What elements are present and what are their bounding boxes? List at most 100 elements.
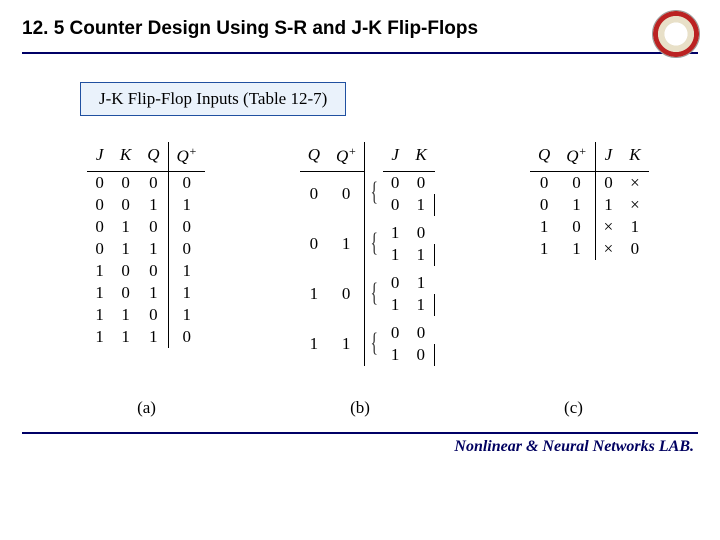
cell: 0 bbox=[168, 216, 205, 238]
brace-icon: { bbox=[365, 272, 383, 316]
thc-J: J bbox=[595, 142, 621, 171]
page-header: 12. 5 Counter Design Using S-R and J-K F… bbox=[0, 0, 720, 46]
cell: 0 bbox=[139, 260, 168, 282]
cell: 1 bbox=[87, 326, 112, 348]
cell: 1 bbox=[168, 304, 205, 326]
cell: 0 bbox=[300, 171, 328, 216]
table-row: 0011 bbox=[87, 194, 205, 216]
table-row: 00{00 bbox=[300, 171, 435, 194]
table-row: 0000 bbox=[87, 171, 205, 194]
cell: 1 bbox=[621, 216, 648, 238]
cell: 1 bbox=[595, 194, 621, 216]
cell: 1 bbox=[112, 238, 139, 260]
cell: 1 bbox=[328, 322, 365, 366]
cell: 1 bbox=[168, 282, 205, 304]
cell: 1 bbox=[168, 260, 205, 282]
cell: 0 bbox=[139, 304, 168, 326]
cell: 0 bbox=[407, 322, 434, 344]
title-divider bbox=[22, 52, 698, 54]
cell: 0 bbox=[383, 322, 408, 344]
cell: 0 bbox=[168, 326, 205, 348]
cell: 1 bbox=[139, 282, 168, 304]
cell: 0 bbox=[112, 171, 139, 194]
cell: 1 bbox=[558, 238, 595, 260]
cell: 1 bbox=[407, 194, 434, 216]
cell: × bbox=[621, 171, 648, 194]
table-row: 000× bbox=[530, 171, 649, 194]
cell: 1 bbox=[139, 194, 168, 216]
cell: 1 bbox=[383, 294, 408, 316]
cell: 1 bbox=[383, 222, 408, 244]
cell: 0 bbox=[139, 171, 168, 194]
cell: 0 bbox=[168, 238, 205, 260]
cell: 0 bbox=[558, 171, 595, 194]
table-row: 1001 bbox=[87, 260, 205, 282]
cell: 0 bbox=[328, 171, 365, 216]
cell: 0 bbox=[112, 260, 139, 282]
cell: 1 bbox=[407, 244, 434, 266]
cell: 0 bbox=[595, 171, 621, 194]
cell: 0 bbox=[328, 272, 365, 316]
tables-area: J K Q Q+ 0000001101000110100110111101111… bbox=[40, 142, 696, 366]
cell: 1 bbox=[407, 294, 434, 316]
tha-Qp: Q+ bbox=[168, 142, 205, 171]
cell: 0 bbox=[383, 171, 408, 194]
brace-icon: { bbox=[365, 322, 383, 366]
cell: 1 bbox=[300, 322, 328, 366]
table-row: 11{00 bbox=[300, 322, 435, 344]
table-labels: (a) (b) (c) bbox=[40, 398, 680, 418]
cell: 1 bbox=[112, 326, 139, 348]
cell: 1 bbox=[558, 194, 595, 216]
cell: 0 bbox=[139, 216, 168, 238]
table-a: J K Q Q+ 0000001101000110100110111101111… bbox=[87, 142, 205, 348]
thb-J: J bbox=[383, 142, 408, 171]
cell: 1 bbox=[328, 222, 365, 266]
brace-icon: { bbox=[365, 171, 383, 216]
cell: 1 bbox=[530, 216, 558, 238]
cell: 0 bbox=[621, 238, 648, 260]
subtitle-box: J-K Flip-Flop Inputs (Table 12-7) bbox=[80, 82, 346, 116]
cell: 0 bbox=[300, 222, 328, 266]
thc-Q: Q bbox=[530, 142, 558, 171]
table-row: 1110 bbox=[87, 326, 205, 348]
cell: 1 bbox=[112, 304, 139, 326]
footer-text: Nonlinear & Neural Networks LAB. bbox=[0, 438, 694, 456]
page-title: 12. 5 Counter Design Using S-R and J-K F… bbox=[22, 18, 720, 40]
table-row: 11×0 bbox=[530, 238, 649, 260]
cell: × bbox=[621, 194, 648, 216]
tha-K: K bbox=[112, 142, 139, 171]
table-b-wrap: Q Q+ J K 00{000101{101110{011111{0010 bbox=[300, 142, 436, 366]
tha-J: J bbox=[87, 142, 112, 171]
cell: 0 bbox=[530, 171, 558, 194]
cell: 0 bbox=[407, 344, 434, 366]
cell: 0 bbox=[112, 282, 139, 304]
table-row: 0110 bbox=[87, 238, 205, 260]
thc-K: K bbox=[621, 142, 648, 171]
cell: 1 bbox=[168, 194, 205, 216]
thb-K: K bbox=[407, 142, 434, 171]
table-row: 01{10 bbox=[300, 222, 435, 244]
brace-icon: { bbox=[365, 222, 383, 266]
cell: 0 bbox=[530, 194, 558, 216]
cell: 1 bbox=[112, 216, 139, 238]
cell: 0 bbox=[383, 194, 408, 216]
tha-Q: Q bbox=[139, 142, 168, 171]
cell: 0 bbox=[87, 171, 112, 194]
label-a: (a) bbox=[137, 398, 156, 418]
table-b: Q Q+ J K 00{000101{101110{011111{0010 bbox=[300, 142, 436, 366]
table-c: Q Q+ J K 000×011×10×111×0 bbox=[530, 142, 649, 260]
cell: 0 bbox=[87, 238, 112, 260]
cell: 1 bbox=[383, 344, 408, 366]
cell: 1 bbox=[87, 260, 112, 282]
cell: 0 bbox=[558, 216, 595, 238]
cell: 0 bbox=[87, 194, 112, 216]
cell: 1 bbox=[139, 326, 168, 348]
label-c: (c) bbox=[564, 398, 583, 418]
table-row: 10×1 bbox=[530, 216, 649, 238]
cell: × bbox=[595, 238, 621, 260]
cell: 1 bbox=[383, 244, 408, 266]
cell: 0 bbox=[407, 222, 434, 244]
thb-spacer bbox=[365, 142, 383, 171]
cell: 1 bbox=[530, 238, 558, 260]
footer-divider bbox=[22, 432, 698, 434]
